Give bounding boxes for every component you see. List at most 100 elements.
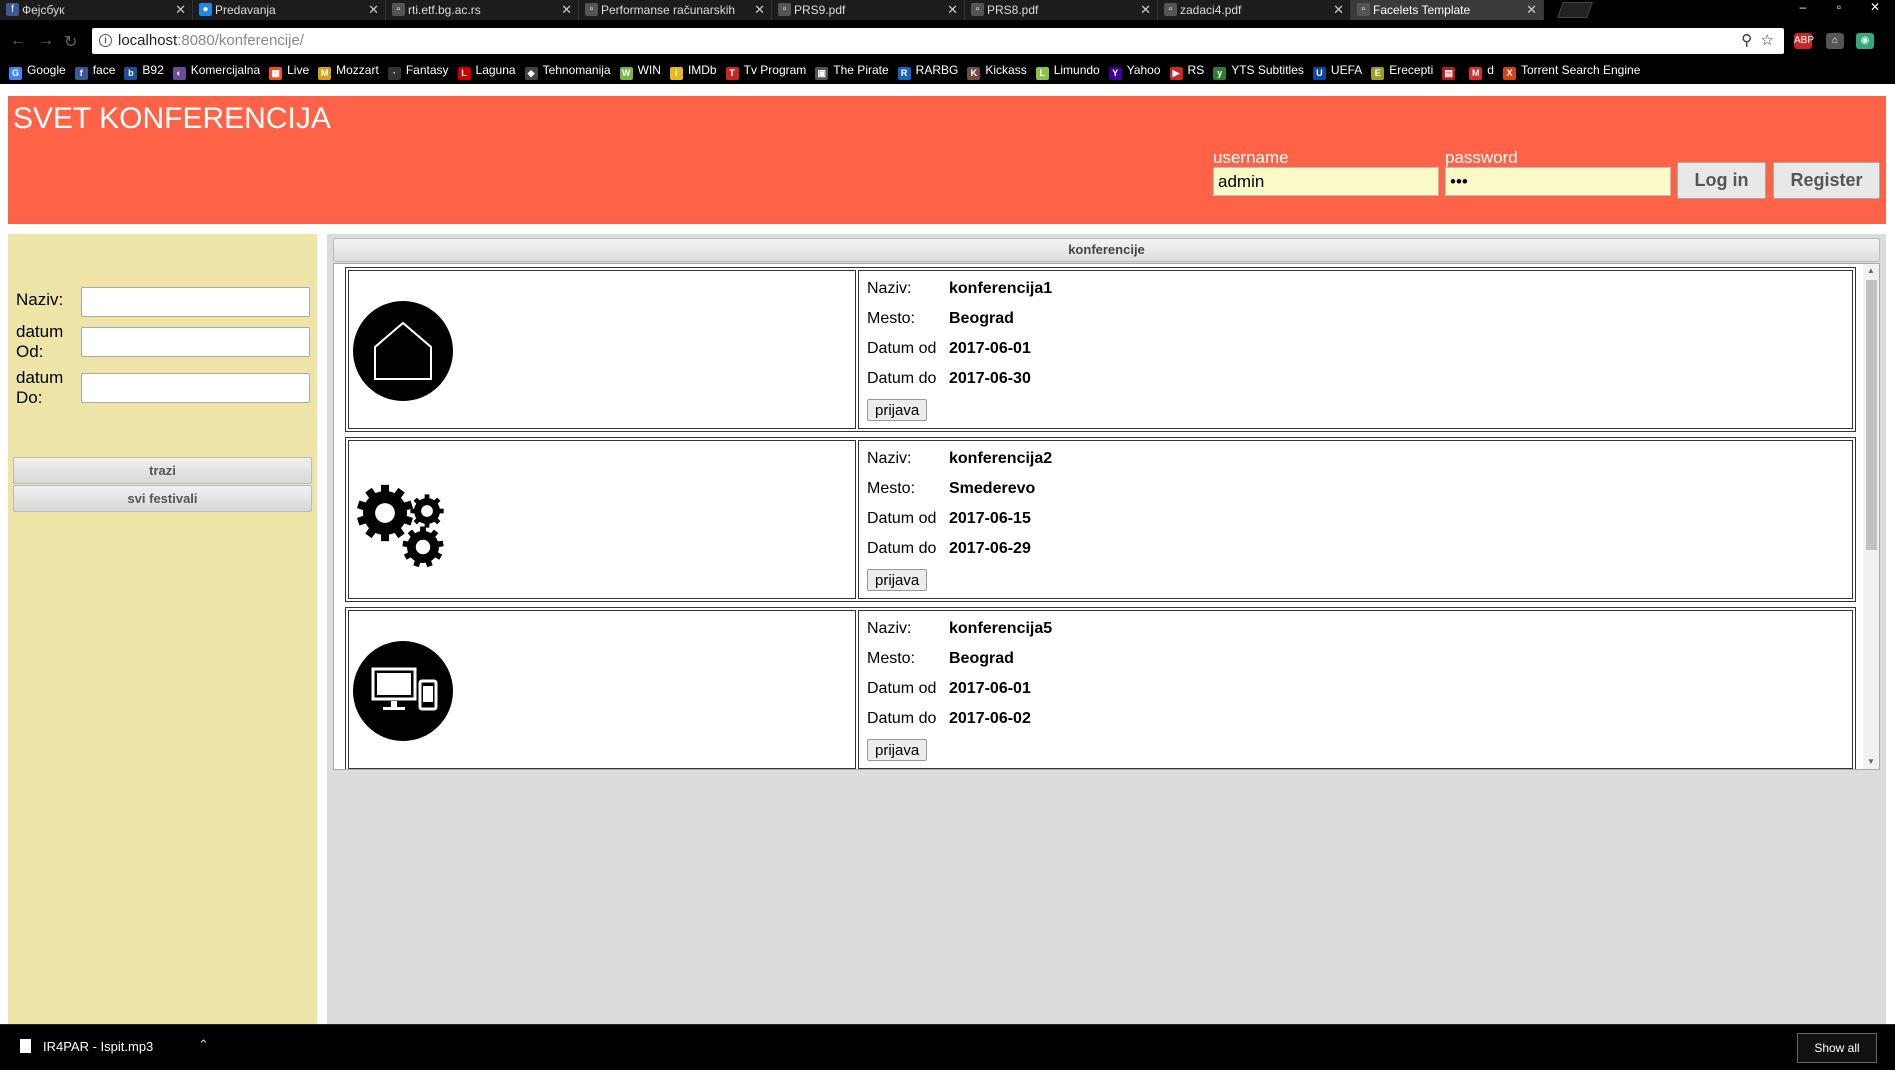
bookmark-item[interactable]: M Mozzart (318, 58, 379, 82)
adblock-icon[interactable]: ABP (1794, 33, 1814, 49)
browser-tab[interactable]: ▫ zadaci4.pdf ✕ (1158, 0, 1351, 20)
tab-title: Performanse računarskih (601, 3, 736, 17)
bookmark-item[interactable]: X Torrent Search Engine (1502, 58, 1640, 82)
bookmark-item[interactable]: U UEFA (1312, 58, 1362, 82)
conference-info-cell: Naziv: konferencija5 Mesto: Beograd Datu… (858, 610, 1853, 769)
maximize-icon[interactable]: ▫ (1821, 0, 1857, 14)
close-tab-icon[interactable]: ✕ (1140, 0, 1151, 20)
naziv-input[interactable] (81, 287, 310, 317)
bookmark-label: IMDb (687, 63, 717, 77)
bookmark-item[interactable]: Md (1469, 58, 1494, 82)
bookmark-item[interactable]: G Google (9, 58, 66, 82)
bookmark-favicon-icon: ◐ (172, 67, 186, 80)
bookmark-favicon-icon: K (967, 67, 981, 80)
bookmark-item[interactable]: Y Yahoo (1108, 58, 1161, 82)
bookmark-item[interactable]: R RARBG (897, 58, 958, 82)
prijava-button[interactable]: prijava (867, 569, 928, 591)
datum-od-input[interactable] (81, 327, 310, 357)
bookmark-item[interactable]: f face (74, 58, 116, 82)
bookmark-item[interactable]: L Laguna (457, 58, 516, 82)
browser-tab[interactable]: ● Predavanja ✕ (193, 0, 386, 20)
bookmark-item[interactable]: y YTS Subtitles (1213, 58, 1304, 82)
conference-row: Naziv: konferencija2 Mesto: Smederevo Da… (345, 437, 1856, 602)
login-button[interactable]: Log in (1677, 162, 1766, 199)
browser-tab[interactable]: ▫ PRS9.pdf ✕ (772, 0, 965, 20)
browser-tab[interactable]: ▫ Facelets Template ✕ (1351, 0, 1544, 20)
conference-start-date: 2017-06-01 (949, 680, 1031, 697)
datum-do-field-label: Datum do (867, 710, 937, 727)
prijava-button[interactable]: prijava (867, 399, 928, 421)
extension-icon[interactable]: ⌂ (1826, 33, 1844, 49)
close-tab-icon[interactable]: ✕ (1333, 0, 1344, 20)
bookmark-item[interactable]: E Erecepti (1371, 58, 1433, 82)
browser-tab[interactable]: ▫ Performanse računarskih ✕ (579, 0, 772, 20)
bookmark-item[interactable]: b B92 (124, 58, 164, 82)
conference-start-date: 2017-06-15 (949, 510, 1031, 527)
info-icon[interactable]: i (99, 34, 112, 47)
address-bar[interactable]: i localhost:8080/konferencije/ ⚲ ☆ (92, 28, 1784, 54)
new-tab-button[interactable] (1557, 2, 1593, 18)
close-tab-icon[interactable]: ✕ (754, 0, 765, 20)
forward-icon[interactable]: → (38, 32, 54, 50)
browser-tab[interactable]: ▫ rti.etf.bg.ac.rs ✕ (386, 0, 579, 20)
bookmark-label: Yahoo (1126, 63, 1161, 77)
bookmark-item[interactable]: ▦ Live (269, 58, 309, 82)
bookmark-label: face (92, 63, 116, 77)
download-item[interactable]: IR4PAR - Ispit.mp3 (20, 1039, 153, 1054)
scroll-down-icon[interactable]: ▼ (1863, 755, 1879, 769)
bookmark-item[interactable]: W WIN (619, 58, 661, 82)
bookmark-favicon-icon: U (1312, 67, 1326, 80)
reload-icon[interactable]: ↻ (64, 32, 77, 52)
password-input[interactable] (1445, 167, 1671, 196)
bookmark-item[interactable]: ◐ Komercijalna (172, 58, 261, 82)
bookmark-label: The Pirate (833, 63, 889, 77)
bookmark-item[interactable]: L Limundo (1035, 58, 1100, 82)
bookmark-item[interactable]: · Fantasy (387, 58, 449, 82)
bookmark-label: Komercijalna (190, 63, 261, 77)
bookmark-label: Limundo (1053, 63, 1100, 77)
close-tab-icon[interactable]: ✕ (947, 0, 958, 20)
back-icon[interactable]: ← (10, 32, 26, 50)
bookmark-item[interactable]: ◆ Tehnomanija (524, 58, 611, 82)
page-icon: ▫ (1357, 3, 1370, 16)
minimize-icon[interactable]: – (1785, 0, 1821, 14)
bookmark-star-icon[interactable]: ☆ (1761, 32, 1774, 49)
conference-list[interactable]: Naziv: konferencija1 Mesto: Beograd Datu… (333, 263, 1880, 770)
datum-do-input[interactable] (81, 373, 310, 403)
bookmark-label: WIN (637, 63, 661, 77)
close-tab-icon[interactable]: ✕ (368, 0, 379, 20)
browser-tab[interactable]: ▫ PRS8.pdf ✕ (965, 0, 1158, 20)
search-button[interactable]: trazi (13, 457, 312, 484)
bookmark-label: RS (1187, 63, 1205, 77)
bookmark-label: Tv Program (743, 63, 807, 77)
bookmark-favicon-icon: ▶ (1169, 67, 1183, 80)
close-tab-icon[interactable]: ✕ (1526, 0, 1537, 20)
chevron-up-icon[interactable]: ⌃ (198, 1037, 209, 1053)
browser-tab[interactable]: f Фејсбук ✕ (0, 0, 193, 20)
datum-od-field-label: Datum od (867, 510, 937, 527)
username-input[interactable] (1213, 167, 1439, 196)
all-festivals-button[interactable]: svi festivali (13, 485, 312, 512)
extension-owl-icon[interactable]: ◉ (1856, 33, 1874, 49)
scroll-thumb[interactable] (1866, 280, 1877, 550)
key-icon[interactable]: ⚲ (1741, 32, 1752, 49)
prijava-button[interactable]: prijava (867, 739, 928, 761)
show-all-button[interactable]: Show all (1797, 1033, 1877, 1063)
download-filename: IR4PAR - Ispit.mp3 (43, 1039, 154, 1054)
scrollbar[interactable]: ▲ ▼ (1863, 264, 1879, 769)
scroll-up-icon[interactable]: ▲ (1863, 264, 1879, 278)
bookmark-item[interactable]: ▶ RS (1169, 58, 1205, 82)
bookmark-item[interactable]: ▤ (1442, 58, 1460, 82)
bookmark-item[interactable]: K Kickass (967, 58, 1027, 82)
bookmark-item[interactable]: i IMDb (669, 58, 717, 82)
bookmark-item[interactable]: T Tv Program (725, 58, 807, 82)
conference-name: konferencija2 (949, 450, 1053, 467)
bookmark-favicon-icon: ◆ (524, 67, 538, 80)
close-tab-icon[interactable]: ✕ (175, 0, 186, 20)
bookmark-item[interactable]: ▣ The Pirate (815, 58, 889, 82)
close-tab-icon[interactable]: ✕ (561, 0, 572, 20)
bookmark-favicon-icon: L (1035, 67, 1049, 80)
register-button[interactable]: Register (1773, 162, 1880, 199)
edge-icon: ● (199, 3, 212, 16)
close-window-icon[interactable]: ✕ (1857, 0, 1893, 14)
